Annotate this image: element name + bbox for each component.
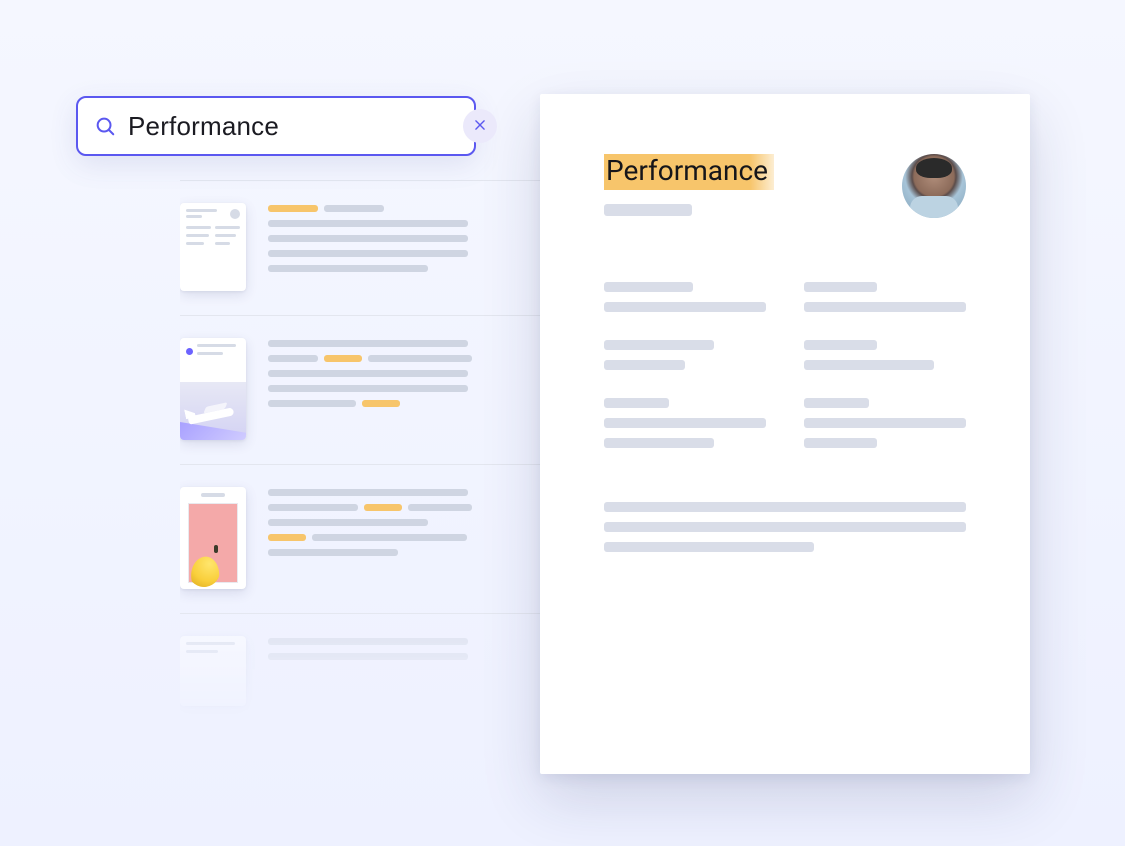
placeholder-block — [804, 282, 966, 312]
result-thumbnail-airplane — [180, 338, 246, 440]
document-preview: Performance — [540, 94, 1030, 774]
search-bar[interactable] — [76, 96, 476, 156]
placeholder-block — [804, 340, 966, 370]
highlight-icon — [268, 534, 306, 541]
search-results-panel — [180, 180, 600, 730]
search-result[interactable] — [180, 181, 600, 315]
clear-button[interactable] — [463, 109, 497, 143]
placeholder-line — [604, 204, 692, 216]
preview-title: Performance — [604, 154, 774, 190]
placeholder-block — [604, 282, 766, 312]
search-result[interactable] — [180, 316, 600, 464]
highlight-icon — [324, 355, 362, 362]
close-icon — [473, 117, 487, 136]
result-thumbnail — [180, 636, 246, 706]
result-thumbnail-banana — [180, 487, 246, 589]
avatar — [902, 154, 966, 218]
search-result[interactable] — [180, 614, 600, 730]
placeholder-paragraph — [604, 502, 966, 552]
placeholder-block — [604, 340, 766, 370]
placeholder-block — [804, 398, 966, 448]
placeholder-block — [604, 398, 766, 448]
search-input[interactable] — [128, 111, 463, 142]
highlight-icon — [364, 504, 402, 511]
highlight-icon — [362, 400, 400, 407]
search-icon — [94, 115, 116, 137]
search-result[interactable] — [180, 465, 600, 613]
highlight-icon — [268, 205, 318, 212]
result-thumbnail-document — [180, 203, 246, 291]
